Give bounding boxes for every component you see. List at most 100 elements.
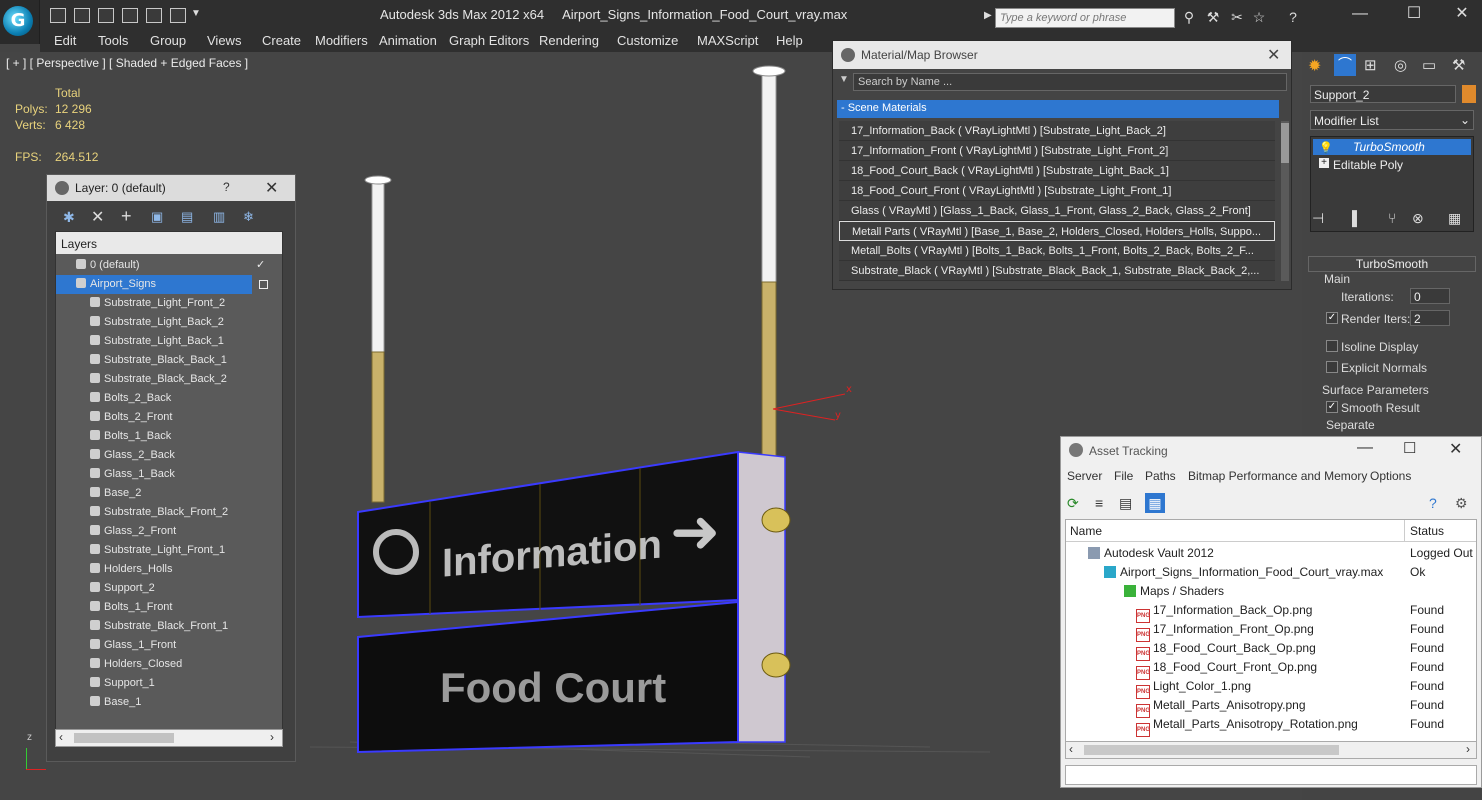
asset-row[interactable]: Autodesk Vault 2012 Logged Out	[1066, 544, 1478, 563]
layer-object-item[interactable]: Glass_1_Back	[56, 465, 282, 484]
layer-object-item[interactable]: Substrate_Black_Back_1	[56, 351, 282, 370]
viewport-label[interactable]: [ + ] [ Perspective ] [ Shaded + Edged F…	[6, 56, 248, 70]
stack-item-turbosmooth[interactable]: TurboSmooth	[1313, 139, 1471, 155]
material-item[interactable]: 17_Information_Back ( VRayLightMtl ) [Su…	[839, 121, 1275, 141]
layer-close-button[interactable]: ✕	[265, 178, 278, 198]
highlight-layer-icon[interactable]: ▤	[181, 209, 193, 225]
layer-horizontal-scrollbar[interactable]: ‹ ›	[55, 729, 283, 747]
list-view-icon[interactable]: ≡	[1095, 495, 1103, 511]
layer-object-item[interactable]: Substrate_Light_Back_1	[56, 332, 282, 351]
layer-help-button[interactable]: ?	[223, 180, 230, 194]
menu-customize[interactable]: Customize	[617, 33, 678, 48]
redo-icon[interactable]	[146, 8, 162, 23]
new-layer-icon[interactable]: ✱	[63, 209, 75, 226]
project-icon[interactable]	[170, 8, 186, 23]
layer-selection-toggle-icon[interactable]	[259, 280, 268, 289]
menu-tools[interactable]: Tools	[98, 33, 128, 48]
table-view-icon[interactable]: ▦	[1145, 493, 1165, 513]
freeze-all-layers-icon[interactable]: ❄	[243, 209, 254, 225]
asset-row[interactable]: PNG 18_Food_Court_Back_Op.png Found	[1066, 639, 1478, 661]
material-browser-titlebar[interactable]: Material/Map Browser	[833, 41, 1291, 69]
asset-row[interactable]: PNG 17_Information_Front_Op.png Found	[1066, 620, 1478, 642]
create-tab-icon[interactable]: ✹	[1308, 56, 1321, 76]
modifier-list-dropdown[interactable]: Modifier List ⌄	[1310, 110, 1474, 130]
tree-view-icon[interactable]: ▤	[1119, 495, 1132, 512]
render-iters-spinner[interactable]: 2	[1410, 310, 1450, 326]
utilities-tab-icon[interactable]: ⚒	[1452, 56, 1465, 74]
menu-modifiers[interactable]: Modifiers	[315, 33, 368, 48]
layer-object-item[interactable]: Substrate_Light_Front_1	[56, 541, 282, 560]
asset-row[interactable]: PNG 18_Food_Court_Front_Op.png Found	[1066, 658, 1478, 680]
material-item[interactable]: 17_Information_Front ( VRayLightMtl ) [S…	[839, 141, 1275, 161]
delete-layer-icon[interactable]: ✕	[91, 207, 104, 227]
asset-horizontal-scrollbar[interactable]: ‹ ›	[1065, 741, 1477, 759]
remove-modifier-icon[interactable]: ⊗	[1412, 210, 1424, 227]
menu-edit[interactable]: Edit	[54, 33, 76, 48]
modify-tab-icon[interactable]: ⌒	[1334, 54, 1356, 76]
render-iters-checkbox[interactable]: ✓	[1326, 312, 1338, 324]
expand-icon[interactable]: +	[1319, 158, 1329, 168]
asset-help-icon[interactable]: ?	[1429, 495, 1437, 511]
refresh-icon[interactable]: ⟳	[1067, 495, 1079, 512]
new-file-icon[interactable]	[50, 8, 66, 23]
motion-tab-icon[interactable]: ◎	[1394, 56, 1407, 74]
asset-menu-server[interactable]: Server	[1067, 469, 1102, 483]
quick-access-dropdown-icon[interactable]: ▼	[191, 8, 201, 19]
asset-row[interactable]: PNG Metall_Parts_Anisotropy_Rotation.png F…	[1066, 715, 1478, 737]
layer-window-titlebar[interactable]: Layer: 0 (default)	[47, 175, 295, 201]
binoculars-icon[interactable]: ⚲	[1180, 9, 1198, 25]
pin-stack-icon[interactable]: ⊣	[1312, 210, 1324, 227]
configure-sets-icon[interactable]: ▦	[1448, 210, 1461, 227]
layer-object-item[interactable]: Substrate_Light_Front_2	[56, 294, 282, 313]
asset-tracking-title[interactable]: Asset Tracking	[1089, 444, 1168, 458]
menu-rendering[interactable]: Rendering	[539, 33, 599, 48]
layer-object-item[interactable]: Substrate_Black_Back_2	[56, 370, 282, 389]
close-button[interactable]: ✕	[1442, 4, 1482, 24]
make-unique-icon[interactable]: ⑂	[1388, 210, 1396, 226]
material-item[interactable]: Glass ( VRayMtl ) [Glass_1_Back, Glass_1…	[839, 201, 1275, 221]
explicit-normals-checkbox[interactable]	[1326, 361, 1338, 373]
keyword-search-input[interactable]: Type a keyword or phrase	[995, 8, 1175, 28]
minimize-button[interactable]: —	[1340, 4, 1380, 24]
scroll-left-icon[interactable]: ‹	[1069, 742, 1073, 756]
scene-materials-group[interactable]: - Scene Materials	[837, 100, 1279, 118]
iterations-spinner[interactable]: 0	[1410, 288, 1450, 304]
menu-create[interactable]: Create	[262, 33, 301, 48]
asset-menu-paths[interactable]: Paths	[1145, 469, 1176, 483]
layer-object-item[interactable]: Base_1	[56, 693, 282, 712]
hierarchy-tab-icon[interactable]: ⊞	[1364, 56, 1377, 74]
material-list-scrollbar[interactable]	[1281, 121, 1289, 281]
material-item[interactable]: 18_Food_Court_Front ( VRayLightMtl ) [Su…	[839, 181, 1275, 201]
asset-settings-icon[interactable]: ⚙	[1455, 495, 1468, 512]
asset-menu-bitmap[interactable]: Bitmap Performance and Memory	[1188, 469, 1367, 483]
layer-object-item[interactable]: Base_2	[56, 484, 282, 503]
scrollbar-thumb[interactable]	[1281, 123, 1289, 163]
layer-object-item[interactable]: Glass_1_Front	[56, 636, 282, 655]
asset-close-button[interactable]: ✕	[1449, 439, 1462, 459]
material-item[interactable]: 18_Food_Court_Back ( VRayLightMtl ) [Sub…	[839, 161, 1275, 181]
layer-object-item[interactable]: Holders_Closed	[56, 655, 282, 674]
column-header-status[interactable]: Status	[1410, 524, 1444, 538]
maximize-button[interactable]: ☐	[1394, 4, 1434, 24]
help-icon[interactable]: ?	[1284, 9, 1302, 25]
asset-row[interactable]: PNG Light_Color_1.png Found	[1066, 677, 1478, 699]
scroll-left-icon[interactable]: ‹	[59, 730, 63, 744]
column-divider[interactable]	[1404, 520, 1405, 542]
stack-item-editable-poly[interactable]: Editable Poly	[1313, 157, 1471, 173]
asset-maximize-button[interactable]: ☐	[1403, 439, 1416, 457]
layer-object-item[interactable]: Support_1	[56, 674, 282, 693]
subscription-icon[interactable]: ✂	[1228, 9, 1246, 25]
asset-row[interactable]: Airport_Signs_Information_Food_Court_vra…	[1066, 563, 1478, 582]
asset-row[interactable]: PNG 17_Information_Back_Op.png Found	[1066, 601, 1478, 623]
wrench-icon[interactable]: ⚒	[1204, 9, 1222, 25]
scroll-right-icon[interactable]: ›	[1466, 742, 1470, 756]
object-color-swatch[interactable]	[1462, 85, 1476, 103]
object-name-field[interactable]: Support_2	[1310, 85, 1456, 103]
save-file-icon[interactable]	[98, 8, 114, 23]
app-menu-button[interactable]: G	[0, 0, 40, 44]
layer-object-item[interactable]: Bolts_2_Front	[56, 408, 282, 427]
select-in-layer-icon[interactable]: ▣	[151, 209, 163, 225]
infocenter-expand-icon[interactable]: ▶	[984, 10, 992, 21]
modifier-on-icon[interactable]: 💡	[1319, 141, 1333, 154]
asset-row[interactable]: PNG Metall_Parts_Anisotropy.png Found	[1066, 696, 1478, 718]
